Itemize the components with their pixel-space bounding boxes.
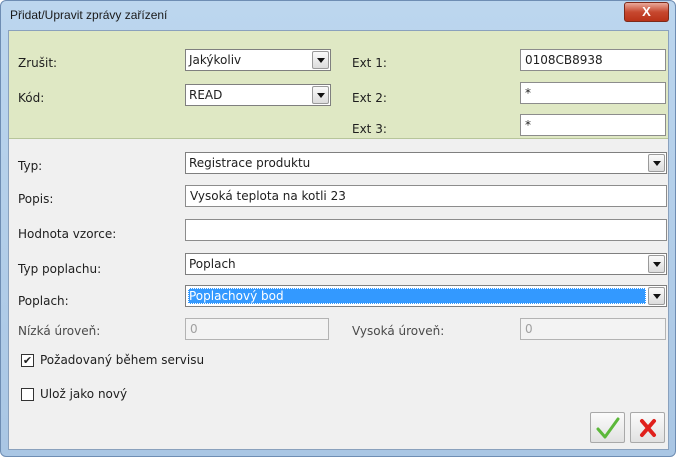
poplach-label: Poplach: — [18, 294, 69, 308]
typ-select-value: Registrace produktu — [189, 156, 311, 170]
checkmark-icon — [596, 417, 620, 439]
vysoka-uroven-input[interactable]: 0 — [520, 318, 666, 340]
ext2-input[interactable]: * — [520, 82, 666, 104]
window-title: Přidat/Upravit zprávy zařízení — [10, 8, 168, 22]
vysoka-uroven-label: Vysoká úroveň: — [352, 324, 445, 338]
kod-select-value: READ — [189, 88, 223, 102]
ext2-label: Ext 2: — [352, 91, 387, 105]
typ-poplachu-select-value: Poplach — [189, 257, 236, 271]
ext1-label: Ext 1: — [352, 56, 387, 70]
uloz-jako-novy-checkbox[interactable] — [21, 388, 34, 401]
popis-label: Popis: — [18, 192, 54, 206]
chevron-down-icon[interactable] — [312, 51, 329, 69]
typ-poplachu-label: Typ poplachu: — [18, 262, 102, 276]
chevron-down-icon[interactable] — [312, 86, 329, 104]
x-icon — [640, 419, 656, 437]
typ-poplachu-select[interactable]: Poplach — [185, 253, 667, 275]
dialog-content: Zrušit: Jakýkoliv Ext 1: 0108CB8938 Kód:… — [8, 30, 669, 450]
cancel-button[interactable] — [630, 412, 665, 443]
kod-label: Kód: — [18, 91, 45, 105]
chevron-down-icon[interactable] — [648, 287, 665, 305]
hodnota-vzorce-label: Hodnota vzorce: — [18, 227, 117, 241]
zrusit-select-value: Jakýkoliv — [189, 53, 242, 67]
ok-button[interactable] — [590, 412, 625, 443]
poplach-select-value: Poplachový bod — [188, 288, 646, 304]
kod-select[interactable]: READ — [185, 84, 331, 106]
hodnota-vzorce-input[interactable] — [185, 219, 667, 241]
typ-select[interactable]: Registrace produktu — [185, 152, 667, 174]
typ-label: Typ: — [18, 159, 43, 173]
pozadovany-checkbox[interactable]: ✔ — [21, 354, 34, 367]
uloz-jako-novy-label[interactable]: Ulož jako nový — [40, 387, 127, 401]
ext1-input[interactable]: 0108CB8938 — [520, 49, 666, 71]
nizka-uroven-input[interactable]: 0 — [185, 318, 329, 340]
ext3-input[interactable]: * — [520, 114, 666, 136]
chevron-down-icon[interactable] — [648, 154, 665, 172]
nizka-uroven-label: Nízká úroveň: — [18, 324, 101, 338]
poplach-select[interactable]: Poplachový bod — [185, 285, 667, 307]
ext3-label: Ext 3: — [352, 122, 387, 136]
pozadovany-label[interactable]: Požadovaný během servisu — [40, 353, 204, 367]
zrusit-label: Zrušit: — [18, 56, 58, 70]
title-bar[interactable]: Přidat/Upravit zprávy zařízení X — [1, 1, 675, 29]
dialog-window: Přidat/Upravit zprávy zařízení X Zrušit:… — [0, 0, 676, 457]
zrusit-select[interactable]: Jakýkoliv — [185, 49, 331, 71]
chevron-down-icon[interactable] — [648, 255, 665, 273]
popis-input[interactable]: Vysoká teplota na kotli 23 — [185, 185, 667, 207]
close-button[interactable]: X — [624, 2, 669, 22]
